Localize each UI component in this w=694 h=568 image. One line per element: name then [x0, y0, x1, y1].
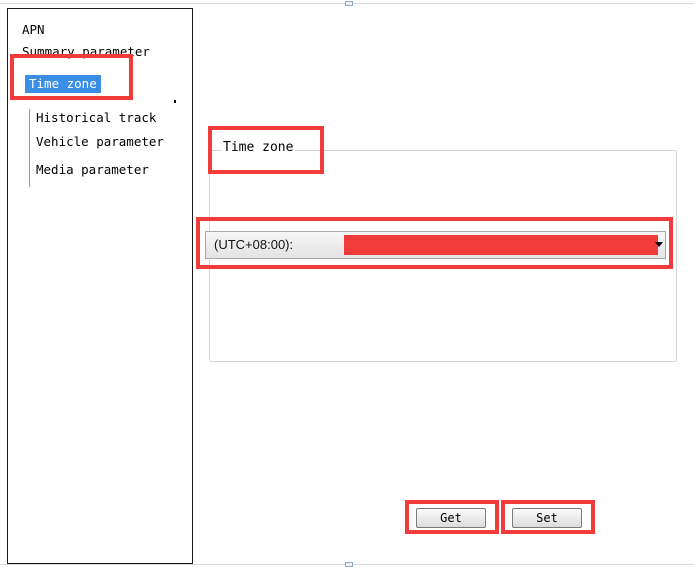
settings-tree: APN Summary parameter Time zone Historic…: [7, 8, 193, 564]
tree-item-summary-parameter[interactable]: Summary parameter: [22, 43, 150, 61]
tree-marker: [174, 100, 176, 103]
redaction-bar: [344, 235, 658, 255]
set-button[interactable]: Set: [512, 508, 582, 528]
tree-item-apn[interactable]: APN: [22, 21, 45, 39]
tree-item-historical-track[interactable]: Historical track: [36, 109, 156, 127]
tree-guide-line: [29, 109, 30, 187]
splitter-handle-bottom[interactable]: [345, 562, 353, 567]
tree-item-time-zone[interactable]: Time zone: [25, 75, 101, 93]
tree-item-media-parameter[interactable]: Media parameter: [36, 161, 149, 179]
splitter-handle-top[interactable]: [345, 1, 353, 6]
time-zone-select[interactable]: (UTC+08:00):: [205, 231, 666, 259]
get-button[interactable]: Get: [416, 508, 486, 528]
time-zone-group-title: Time zone: [221, 139, 296, 157]
time-zone-select-value: (UTC+08:00):: [214, 237, 294, 252]
chevron-down-icon[interactable]: [655, 242, 663, 247]
tree-item-vehicle-parameter[interactable]: Vehicle parameter: [36, 133, 164, 151]
